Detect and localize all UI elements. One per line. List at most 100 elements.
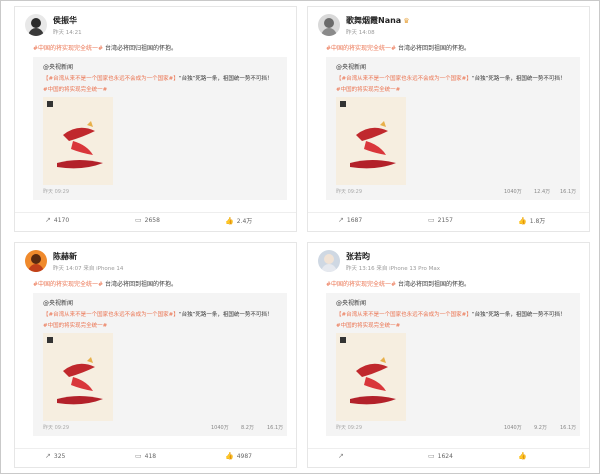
poster-image[interactable]: 统一: [43, 333, 113, 421]
post-text: #中国的将实现完全统一# 台湾必将回到祖国的怀抱。: [326, 279, 470, 288]
repost-hashtag-2[interactable]: #中国的将实现完全统一#: [43, 321, 107, 329]
repost-text-content: “台独”死路一条，祖国统一势不可挡！: [178, 312, 273, 318]
share-icon: ↗: [338, 216, 344, 224]
repost-card[interactable]: @央视新闻 【#台湾从来不是一个国家也永远不会成为一个国家#】“台独”死路一条，…: [326, 293, 580, 436]
action-bar: ↗ 325 ▭ 418 👍 4987: [15, 452, 296, 466]
repost-time: 昨天 09:29: [336, 189, 362, 195]
like-count: 1.8万: [529, 218, 546, 225]
comment-count: 2658: [144, 217, 160, 224]
hashtag-link[interactable]: #中国的将实现完全统一#: [33, 45, 103, 52]
repost-hashtag[interactable]: 【#台湾从来不是一个国家也永远不会成为一个国家#】: [43, 312, 179, 318]
comment-button[interactable]: ▭ 2658: [135, 216, 160, 224]
repost-text-content: “台独”死路一条，祖国统一势不可挡！: [178, 76, 273, 82]
post-meta: 昨天 14:21: [53, 30, 82, 36]
avatar[interactable]: [318, 14, 340, 36]
avatar[interactable]: [25, 14, 47, 36]
comment-count: 1624: [437, 453, 453, 460]
repost-like-count: 16.1万: [267, 425, 284, 431]
divider: [308, 212, 589, 213]
repost-text-content: “台独”死路一条，祖国统一势不可挡！: [471, 76, 566, 82]
screenshot-frame: 侯振华 昨天 14:21 #中国的将实现完全统一# 台湾必将回归祖国的怀抱。 @…: [0, 0, 600, 474]
like-icon: 👍: [225, 217, 234, 225]
repost-comment-count: 8.2万: [241, 425, 254, 431]
divider: [15, 448, 296, 449]
comment-icon: ▭: [135, 452, 142, 460]
like-button[interactable]: 👍: [518, 452, 530, 460]
poster-image[interactable]: 统一: [336, 333, 406, 421]
repost-author[interactable]: @央视新闻: [336, 62, 366, 71]
repost-hashtag[interactable]: 【#台湾从来不是一个国家也永远不会成为一个国家#】: [336, 76, 472, 82]
weibo-post-grid: 侯振华 昨天 14:21 #中国的将实现完全统一# 台湾必将回归祖国的怀抱。 @…: [14, 6, 590, 470]
repost-text: 【#台湾从来不是一个国家也永远不会成为一个国家#】“台独”死路一条，祖国统一势不…: [336, 310, 565, 318]
like-button[interactable]: 👍 4987: [225, 452, 252, 460]
repost-card[interactable]: @央视新闻 【#台湾从来不是一个国家也永远不会成为一个国家#】“台独”死路一条，…: [326, 57, 580, 200]
repost-author[interactable]: @央视新闻: [336, 298, 366, 307]
like-icon: 👍: [518, 217, 527, 225]
repost-text: 【#台湾从来不是一个国家也永远不会成为一个国家#】“台独”死路一条，祖国统一势不…: [43, 310, 272, 318]
share-count: 4170: [53, 217, 70, 224]
repost-text: 【#台湾从来不是一个国家也永远不会成为一个国家#】“台独”死路一条，祖国统一势不…: [336, 74, 565, 82]
poster-image[interactable]: 统一: [336, 97, 406, 185]
action-bar: ↗ 1687 ▭ 2157 👍 1.8万: [308, 216, 589, 230]
crown-icon: ♛: [403, 17, 410, 25]
comment-icon: ▭: [135, 216, 142, 224]
share-button[interactable]: ↗ 4170: [45, 216, 69, 224]
comment-button[interactable]: ▭ 1624: [428, 452, 453, 460]
repost-comment-count: 12.4万: [534, 189, 551, 195]
username[interactable]: 侯振华: [53, 15, 77, 26]
username[interactable]: 张若昀: [346, 251, 370, 262]
repost-hashtag-2[interactable]: #中国的将实现完全统一#: [336, 85, 400, 93]
post-meta: 昨天 14:08: [346, 30, 375, 36]
like-count: 4987: [236, 453, 252, 460]
like-button[interactable]: 👍 1.8万: [518, 216, 545, 225]
like-count: 2.4万: [236, 218, 253, 225]
repost-card[interactable]: @央视新闻 【#台湾从来不是一个国家也永远不会成为一个国家#】“台独”死路一条，…: [33, 57, 287, 200]
poster-image[interactable]: 统一: [43, 97, 113, 185]
share-button[interactable]: ↗ 1687: [338, 216, 362, 224]
repost-text-content: “台独”死路一条，祖国统一势不可挡！: [471, 312, 566, 318]
repost-text: 【#台湾从来不是一个国家也永远不会成为一个国家#】“台独”死路一条，祖国统一势不…: [43, 74, 272, 82]
comment-icon: ▭: [428, 452, 435, 460]
share-count: 325: [53, 453, 66, 460]
repost-author[interactable]: @央视新闻: [43, 298, 73, 307]
comment-button[interactable]: ▭ 2157: [428, 216, 453, 224]
repost-share-count: 1040万: [504, 425, 522, 431]
repost-time: 昨天 09:29: [43, 189, 69, 195]
username[interactable]: 歌舞烟霞Nana ♛: [346, 15, 409, 26]
action-bar: ↗ ▭ 1624 👍: [308, 452, 589, 466]
repost-hashtag-2[interactable]: #中国的将实现完全统一#: [336, 321, 400, 329]
repost-time: 昨天 09:29: [43, 425, 69, 431]
repost-like-count: 16.1万: [560, 425, 577, 431]
hashtag-link[interactable]: #中国的将实现完全统一#: [33, 281, 103, 288]
hashtag-link[interactable]: #中国的将实现完全统一#: [326, 281, 396, 288]
hashtag-link[interactable]: #中国的将实现完全统一#: [326, 45, 396, 52]
weibo-post: 张若昀 昨天 13:16 来自 iPhone 13 Pro Max #中国的将实…: [307, 242, 590, 468]
repost-share-count: 1040万: [211, 425, 229, 431]
post-meta: 昨天 13:16 来自 iPhone 13 Pro Max: [346, 266, 440, 272]
post-text-content: 台湾必将回到祖国的怀抱。: [397, 45, 470, 52]
share-icon: ↗: [338, 452, 344, 460]
repost-card[interactable]: @央视新闻 【#台湾从来不是一个国家也永远不会成为一个国家#】“台独”死路一条，…: [33, 293, 287, 436]
repost-author[interactable]: @央视新闻: [43, 62, 73, 71]
post-text-content: 台湾必将回到祖国的怀抱。: [104, 281, 177, 288]
weibo-post: 陈赫新 昨天 14:07 来自 iPhone 14 #中国的将实现完全统一# 台…: [14, 242, 297, 468]
repost-share-count: 1040万: [504, 189, 522, 195]
username[interactable]: 陈赫新: [53, 251, 77, 262]
repost-hashtag[interactable]: 【#台湾从来不是一个国家也永远不会成为一个国家#】: [336, 312, 472, 318]
post-text: #中国的将实现完全统一# 台湾必将回到祖国的怀抱。: [33, 279, 177, 288]
repost-hashtag[interactable]: 【#台湾从来不是一个国家也永远不会成为一个国家#】: [43, 76, 179, 82]
share-button[interactable]: ↗ 325: [45, 452, 65, 460]
like-icon: 👍: [518, 452, 527, 460]
repost-time: 昨天 09:29: [336, 425, 362, 431]
avatar[interactable]: [25, 250, 47, 272]
share-button[interactable]: ↗: [338, 452, 347, 460]
weibo-post: 侯振华 昨天 14:21 #中国的将实现完全统一# 台湾必将回归祖国的怀抱。 @…: [14, 6, 297, 232]
comment-icon: ▭: [428, 216, 435, 224]
username-text: 歌舞烟霞Nana: [346, 16, 402, 25]
comment-button[interactable]: ▭ 418: [135, 452, 156, 460]
like-button[interactable]: 👍 2.4万: [225, 216, 252, 225]
repost-hashtag-2[interactable]: #中国的将实现完全统一#: [43, 85, 107, 93]
divider: [308, 448, 589, 449]
avatar[interactable]: [318, 250, 340, 272]
weibo-post: 歌舞烟霞Nana ♛ 昨天 14:08 #中国的将实现完全统一# 台湾必将回到祖国…: [307, 6, 590, 232]
